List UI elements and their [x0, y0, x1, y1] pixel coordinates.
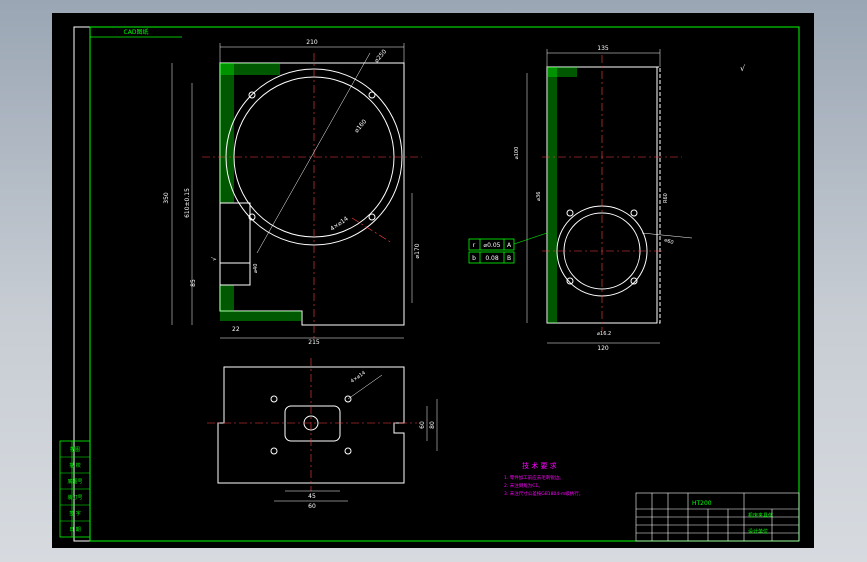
tol-sym-2: b [472, 255, 476, 262]
hatch-top [220, 63, 280, 75]
plan-hole-4 [344, 447, 352, 455]
plan-dimensions [274, 374, 438, 502]
tol-val-1: ⌀0.05 [484, 242, 501, 249]
side-hatch-left [547, 67, 557, 323]
hatch-left [220, 63, 234, 203]
dim-seat: ⌀40 [253, 264, 259, 273]
dim-bottom-width: 215 [308, 339, 320, 346]
left-table-row-5: 签 字 [69, 510, 81, 517]
front-view [219, 62, 405, 326]
side-hole-2 [630, 209, 638, 217]
title-block [635, 492, 800, 542]
seat-block [219, 202, 251, 286]
title-drawing-name: 机床夹具体 [748, 512, 773, 519]
notes-item-3: 3. 未注尺寸公差按GB1804-m级执行。 [504, 490, 583, 497]
bolt-hole-4 [368, 213, 376, 221]
side-hatch-top [547, 67, 577, 77]
dim-height-left: 610±0.15 [184, 188, 191, 218]
dim-side-bottom: 120 [597, 345, 609, 352]
dim-plan-w1: 45 [308, 493, 316, 500]
side-outline [546, 66, 661, 324]
tolerance-frame-1: r ⌀0.05 A [468, 238, 515, 251]
dim-side-r: R60 [663, 193, 669, 203]
tol-sym-1: r [473, 242, 476, 249]
roughness-front: √ [211, 257, 218, 261]
tolerance-frame-2: b 0.08 B [468, 251, 515, 264]
dim-plan-w2: 60 [308, 503, 316, 510]
side-view [546, 66, 661, 324]
outer-border [73, 26, 800, 542]
hatch-lug [220, 285, 234, 311]
dim-bottom-offset: 22 [232, 326, 240, 333]
dim-bot-1: ⌀16.2 [597, 331, 611, 337]
plan-hole-1 [270, 395, 278, 403]
dim-plan-hole: 4×⌀14 [350, 370, 367, 385]
left-table-row-6: 日 期 [69, 527, 81, 533]
dim-height-low: 85 [190, 279, 197, 287]
plan-pocket [284, 405, 341, 442]
dim-plan-h2: 80 [429, 421, 436, 429]
dim-right-h: ⌀170 [414, 243, 421, 258]
dim-depth: 350 [163, 192, 170, 204]
title-material: HT200 [692, 500, 712, 507]
plan-hole-3 [270, 447, 278, 455]
drawing-canvas[interactable]: CAD图纸 210 350 610±0.15 85 22 215 ⌀170 ⌀2… [52, 13, 814, 548]
tol-leader [513, 232, 548, 245]
left-side-table: 描图 描 校 底图号 装订号 签 字 日 期 [59, 440, 91, 538]
roughness-symbol: √ [740, 64, 746, 73]
engineering-drawing: CAD图纸 210 350 610±0.15 85 22 215 ⌀170 ⌀2… [59, 26, 800, 542]
technical-notes: 技 术 要 求 1. 零件加工前应去毛刺锐边。 2. 未注倒角为C1。 3. 未… [504, 461, 583, 497]
tol-ref-1: A [507, 242, 512, 249]
left-table-row-3: 底图号 [67, 478, 82, 485]
left-table-row-4: 装订号 [67, 494, 82, 501]
stamp-text: CAD图纸 [124, 28, 149, 36]
front-dimensions [171, 43, 413, 339]
left-table-row-1: 描图 [70, 446, 80, 453]
tol-ref-2: B [507, 255, 511, 262]
notes-title: 技 术 要 求 [522, 461, 557, 470]
dim-plan-h1: 60 [419, 421, 426, 429]
side-centerlines [542, 55, 682, 331]
side-hole-1 [566, 209, 574, 217]
notes-item-1: 1. 零件加工前应去毛刺锐边。 [504, 474, 564, 481]
dim-bore: ⌀160 [353, 118, 368, 134]
dim-side-hole: ⌀60 [663, 237, 674, 246]
dim-side-top: 135 [597, 45, 609, 52]
dim-top-width: 210 [306, 39, 318, 46]
tol-val-2: 0.08 [485, 255, 499, 262]
title-company: 设计单位 [748, 528, 768, 535]
bolt-hole-1 [368, 91, 376, 99]
left-table-row-2: 描 校 [69, 462, 81, 469]
dim-side-tol: ⌀100 [514, 147, 520, 160]
front-outline [219, 62, 405, 326]
notes-item-2: 2. 未注倒角为C1。 [504, 482, 543, 489]
dim-diag1: ⌀250 [373, 48, 388, 64]
dim-left-small: ⌀36 [536, 192, 542, 201]
hatch-bottom [220, 311, 302, 321]
plan-centerlines [207, 358, 417, 491]
